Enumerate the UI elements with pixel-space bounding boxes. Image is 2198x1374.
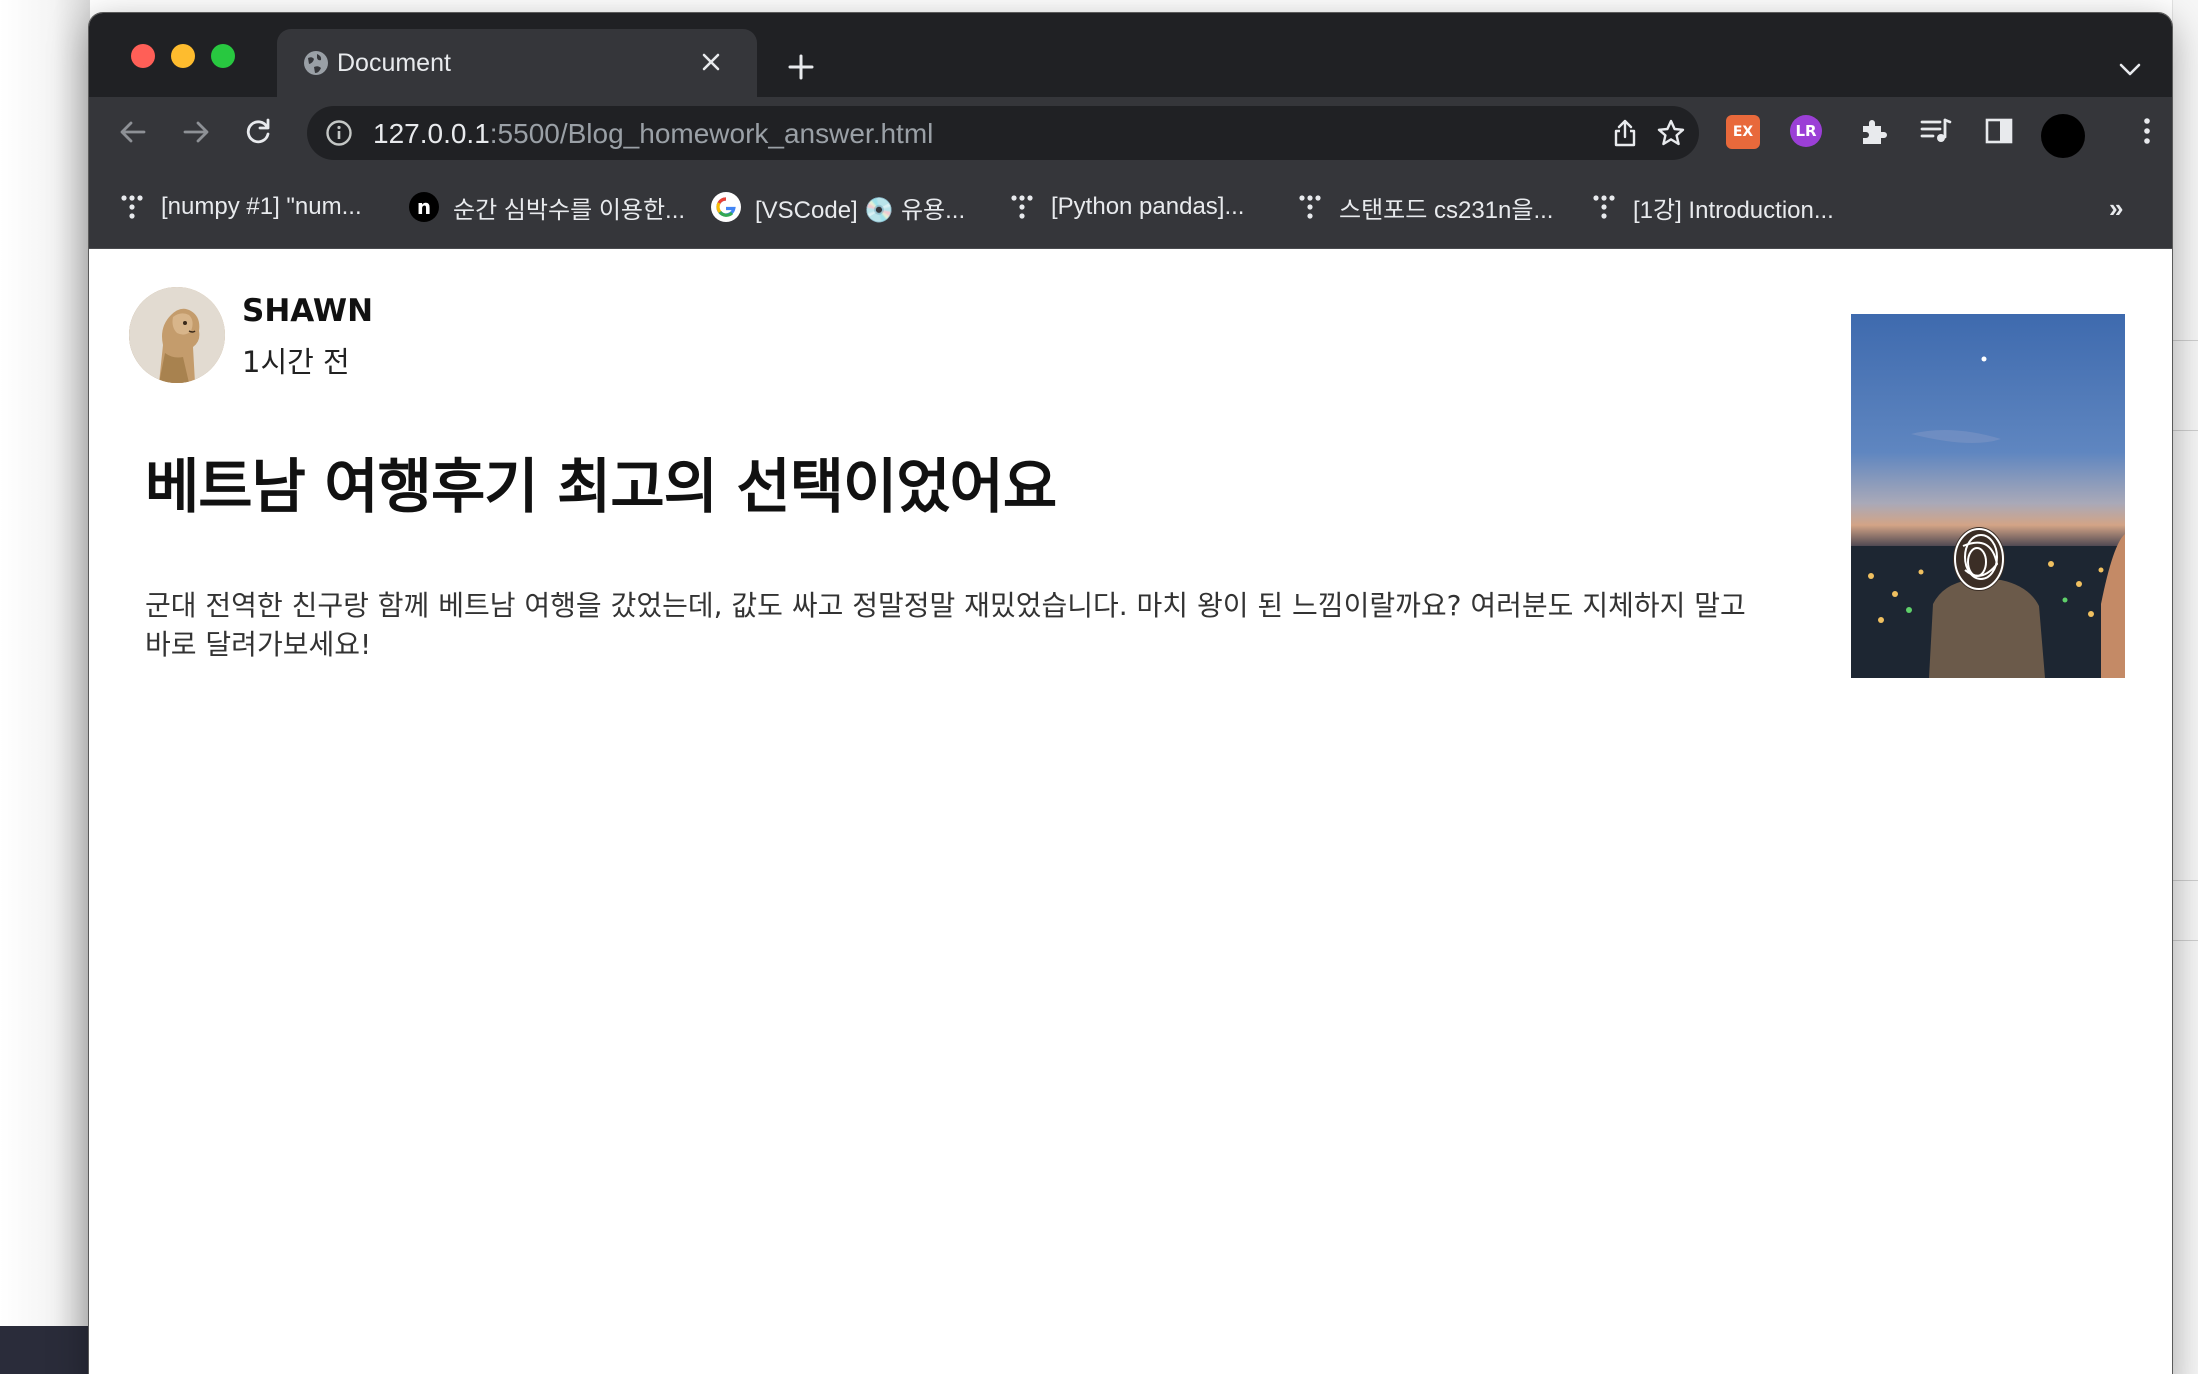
bookmark-label: 순간 심박수를 이용한...: [453, 196, 686, 224]
bookmark-item[interactable]: n 순간 심박수를 이용한...: [409, 187, 685, 227]
more-vertical-icon: [2144, 118, 2150, 144]
arrow-left-icon: [120, 121, 146, 143]
post-body: 군대 전역한 친구랑 함께 베트남 여행을 갔었는데, 값도 싸고 정말정말 재…: [145, 589, 1746, 661]
google-icon: [711, 192, 741, 222]
reload-button[interactable]: [234, 108, 282, 156]
puzzle-icon: [1863, 120, 1887, 144]
playlist-icon: [1920, 118, 1952, 142]
page-content: SHAWN 1시간 전 베트남 여행후기 최고의 선택이었어요 군대 전역한 친…: [89, 249, 2172, 1374]
dots-icon: [1007, 192, 1037, 222]
desktop-background-left: [0, 0, 90, 1374]
tab-close-button[interactable]: [695, 46, 727, 78]
info-icon[interactable]: [325, 119, 353, 147]
dots-icon: [117, 192, 147, 222]
bookmarks-bar: [numpy #1] "num... n 순간 심박수를 이용한... [VSC…: [89, 167, 2172, 249]
bookmark-item[interactable]: [Python pandas]...: [1007, 187, 1244, 227]
bookmarks-overflow-button[interactable]: »: [2109, 193, 2123, 224]
bookmark-label: [Python pandas]...: [1051, 193, 1245, 220]
tab-title: Document: [337, 49, 451, 77]
bookmark-label: [VSCode] 💿 유용...: [755, 196, 966, 224]
extensions-button[interactable]: [1854, 111, 1894, 151]
star-icon: [1657, 119, 1685, 146]
tab-search-button[interactable]: [2113, 53, 2147, 87]
post-thumbnail: [1851, 314, 2125, 678]
arrow-right-icon: [183, 121, 209, 143]
author-name: SHAWN: [242, 293, 374, 329]
svg-text:n: n: [417, 195, 431, 219]
forward-button[interactable]: [172, 108, 220, 156]
post-title: 베트남 여행후기 최고의 선택이었어요: [145, 452, 1057, 521]
minimize-window-button[interactable]: [171, 44, 195, 68]
travel-photo: [1851, 314, 2125, 678]
plus-icon: [788, 54, 814, 80]
back-button[interactable]: [109, 108, 157, 156]
extension-lr-button[interactable]: LR: [1790, 115, 1822, 147]
maximize-window-button[interactable]: [211, 44, 235, 68]
bookmark-label: 스탠포드 cs231n을...: [1339, 196, 1554, 224]
desktop-dock-fragment: [0, 1326, 90, 1374]
address-bar[interactable]: 127.0.0.1:5500/Blog_homework_answer.html: [307, 106, 1699, 160]
close-icon: [702, 53, 720, 71]
chevron-down-icon: [2119, 63, 2141, 76]
url-path: :5500/Blog_homework_answer.html: [489, 118, 934, 149]
desktop-background-right: [2172, 0, 2198, 1374]
bookmark-label: [numpy #1] "num...: [161, 193, 362, 220]
bookmark-item[interactable]: [1강] Introduction...: [1589, 187, 1834, 227]
browser-window: Document 127.0.0.1:5500/Blog_homework_an…: [89, 13, 2172, 1374]
media-control-button[interactable]: [1916, 111, 1956, 151]
dots-icon: [1589, 192, 1619, 222]
n-logo-icon: n: [409, 192, 439, 222]
url-host: 127.0.0.1: [373, 118, 490, 149]
browser-menu-button[interactable]: [2127, 111, 2167, 151]
url-text: 127.0.0.1:5500/Blog_homework_answer.html: [373, 118, 933, 150]
side-panel-button[interactable]: [1979, 111, 2019, 151]
tab-document[interactable]: Document: [277, 29, 757, 97]
bookmark-item[interactable]: [numpy #1] "num...: [117, 187, 362, 227]
globe-icon: [304, 51, 328, 75]
bookmark-label: [1강] Introduction...: [1633, 196, 1834, 224]
dots-icon: [1295, 192, 1325, 222]
bookmark-item[interactable]: 스탠포드 cs231n을...: [1295, 187, 1553, 227]
close-window-button[interactable]: [131, 44, 155, 68]
profile-avatar-button[interactable]: [2041, 114, 2085, 158]
lion-icon: [129, 287, 225, 383]
bookmark-star-button[interactable]: [1653, 115, 1689, 151]
reload-icon: [246, 118, 270, 144]
share-icon: [1614, 119, 1636, 147]
browser-toolbar: 127.0.0.1:5500/Blog_homework_answer.html…: [89, 97, 2172, 167]
side-panel-icon: [1985, 118, 2013, 144]
extension-ex-button[interactable]: EX: [1726, 115, 1760, 149]
share-button[interactable]: [1607, 115, 1643, 151]
author-avatar: [129, 287, 225, 383]
bookmark-item[interactable]: [VSCode] 💿 유용...: [711, 187, 965, 227]
tab-strip: Document: [89, 13, 2172, 97]
new-tab-button[interactable]: [781, 47, 821, 87]
post-time: 1시간 전: [242, 345, 350, 379]
